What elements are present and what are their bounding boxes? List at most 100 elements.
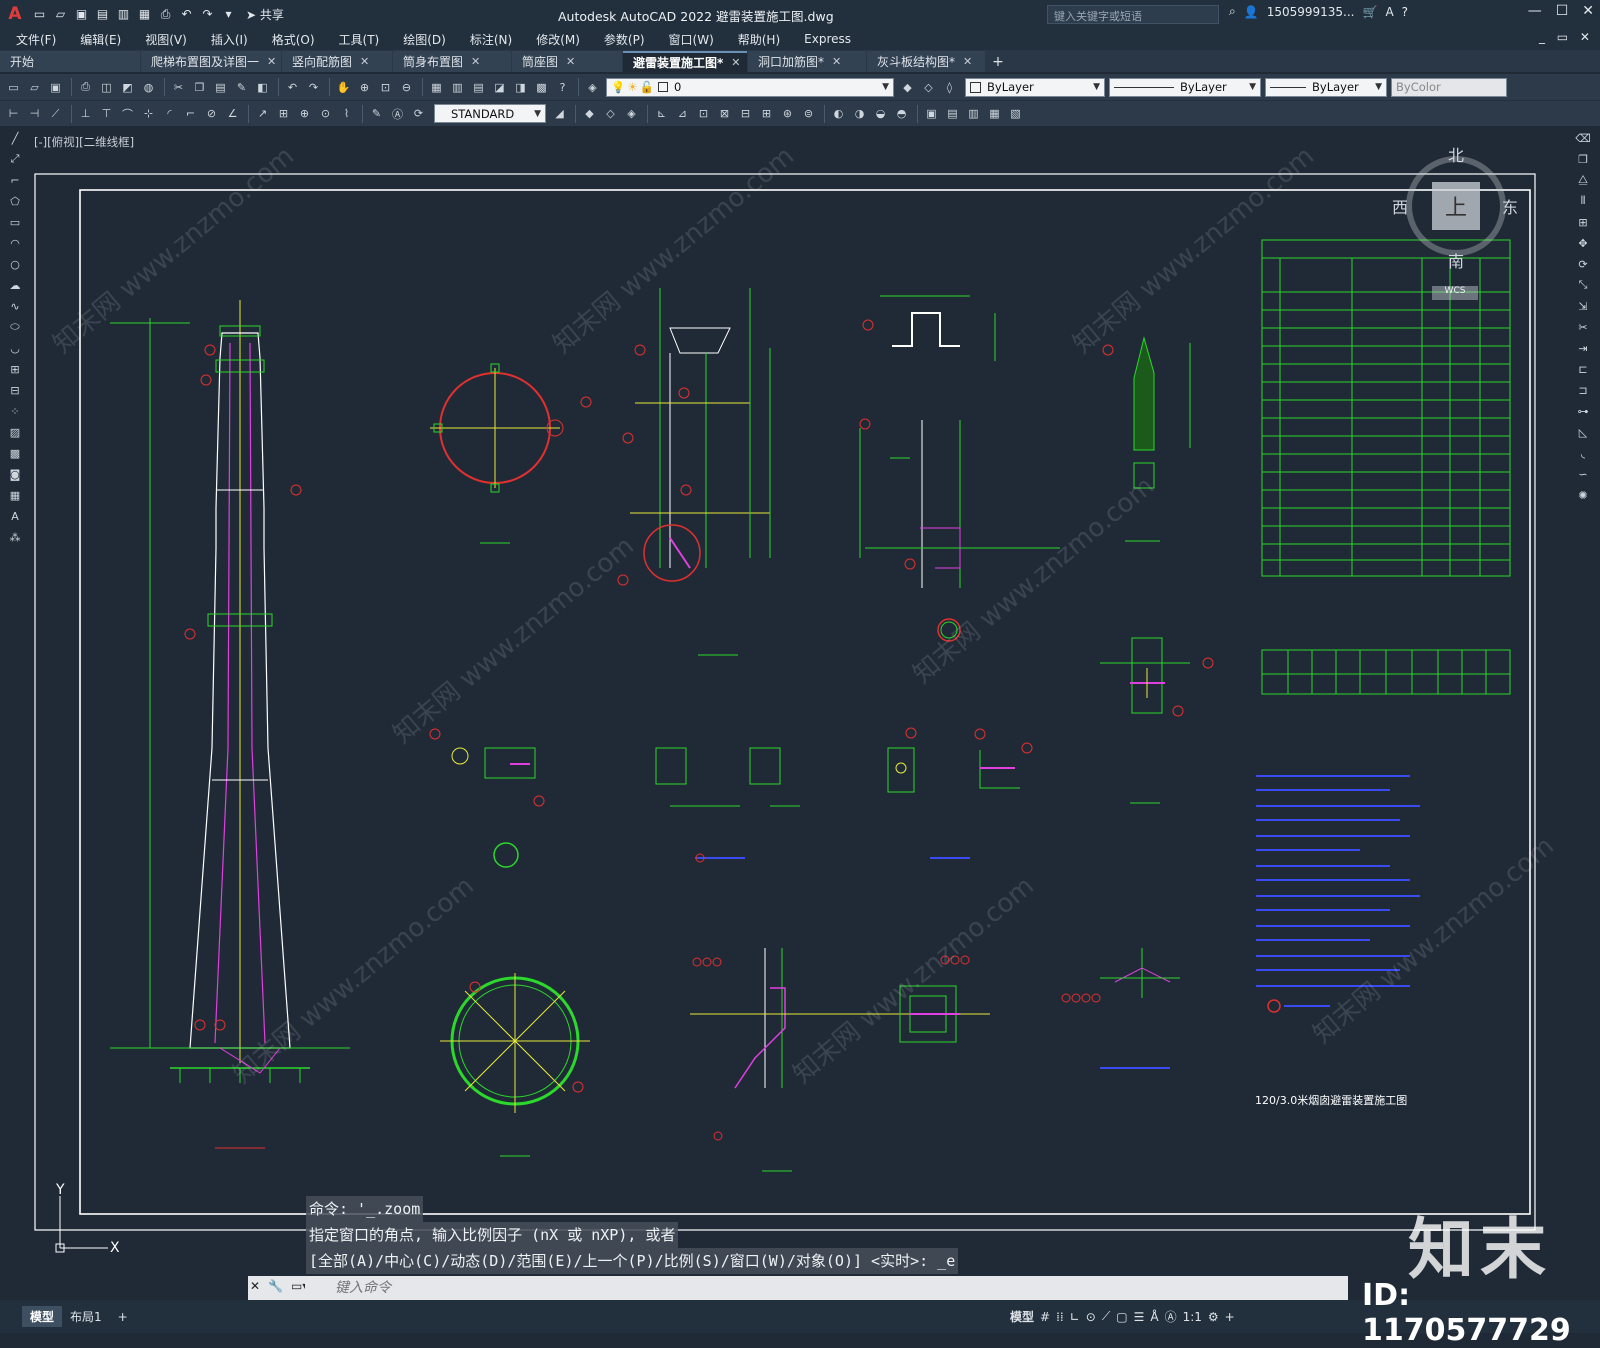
attach-icon[interactable]: ▤ <box>943 105 962 123</box>
plus-icon[interactable]: + <box>1225 1310 1235 1324</box>
gradient-icon[interactable]: ▩ <box>6 445 24 461</box>
mtext-icon[interactable]: A <box>6 508 24 524</box>
undo-icon[interactable]: ↶ <box>177 5 196 23</box>
menu-draw[interactable]: 绘图(D) <box>403 31 446 48</box>
viewport-label[interactable]: [-][俯视][二维线框] <box>34 134 134 150</box>
close-icon[interactable]: ✕ <box>731 56 740 69</box>
menu-file[interactable]: 文件(F) <box>16 31 56 48</box>
fillet-icon[interactable]: ◟ <box>1574 445 1592 461</box>
menu-parametric[interactable]: 参数(P) <box>604 31 645 48</box>
zoom-window-icon[interactable]: ⊡ <box>376 78 395 96</box>
field-icon[interactable]: ▧ <box>1006 105 1025 123</box>
table-icon[interactable]: ▦ <box>6 487 24 503</box>
quickcalc-icon[interactable]: ▩ <box>532 78 551 96</box>
menu-express[interactable]: Express <box>804 32 851 46</box>
model-space-canvas[interactable]: Y X 120/3.0米烟囱避雷装置施工图 <box>30 128 1562 1276</box>
tab-hopper[interactable]: 灰斗板结构图* ✕ <box>867 51 985 72</box>
trim-icon[interactable]: ✂ <box>1574 319 1592 335</box>
viewcube-icon-4[interactable]: ◓ <box>892 105 911 123</box>
stretch-icon[interactable]: ⇲ <box>1574 298 1592 314</box>
add-selected-icon[interactable]: ⁂ <box>6 529 24 545</box>
menu-format[interactable]: 格式(O) <box>272 31 315 48</box>
color-dropdown[interactable]: ByLayer ▼ <box>965 77 1105 97</box>
model-space-toggle[interactable]: 模型 <box>1010 1308 1034 1325</box>
menu-view[interactable]: 视图(V) <box>145 31 187 48</box>
design-center-icon[interactable]: ▥ <box>448 78 467 96</box>
blend-icon[interactable]: ∽ <box>1574 466 1592 482</box>
copy-icon[interactable]: ❐ <box>1574 151 1592 167</box>
grid-icon[interactable]: # <box>1040 1310 1050 1324</box>
tab-base[interactable]: 筒座图 ✕ <box>512 51 622 72</box>
center-mark-icon[interactable]: ⊕ <box>295 105 314 123</box>
minimize-button[interactable]: — <box>1528 3 1542 19</box>
tab-vertical-rebar[interactable]: 竖向配筋图 ✕ <box>282 51 392 72</box>
autoscale-icon[interactable]: Ⓐ <box>1165 1308 1177 1325</box>
help-icon[interactable]: ? <box>553 78 572 96</box>
layer-previous-icon[interactable]: ◇ <box>919 78 938 96</box>
modify-icon-1[interactable]: ◆ <box>580 105 599 123</box>
move-icon[interactable]: ✥ <box>1574 235 1592 251</box>
lineweight-dropdown[interactable]: ByLayer ▼ <box>1265 77 1387 97</box>
preview-icon[interactable]: ◫ <box>97 78 116 96</box>
close-icon[interactable]: ✕ <box>471 55 480 68</box>
ucs-world-icon[interactable]: ⊿ <box>673 105 692 123</box>
user-icon[interactable]: 👤 <box>1244 5 1259 19</box>
wrench-icon[interactable]: 🔧 <box>268 1279 283 1293</box>
modify-icon-3[interactable]: ◈ <box>622 105 641 123</box>
angular-icon[interactable]: ∠ <box>223 105 242 123</box>
open-icon[interactable]: ▱ <box>51 5 70 23</box>
linear-dim-icon[interactable]: ⊣ <box>25 105 44 123</box>
annotation-scale[interactable]: 1:1 <box>1183 1310 1202 1324</box>
ucs-origin-icon[interactable]: ⊡ <box>694 105 713 123</box>
tolerance-icon[interactable]: ⊞ <box>274 105 293 123</box>
ucs-icon[interactable]: ⊾ <box>652 105 671 123</box>
tab-shaft-layout[interactable]: 筒身布置图 ✕ <box>393 51 511 72</box>
tab-layout1[interactable]: 布局1 <box>62 1306 110 1327</box>
plot-icon[interactable]: ⎙ <box>156 5 175 23</box>
ellipse-icon[interactable]: ⬭ <box>6 319 24 335</box>
diameter-icon[interactable]: ⊘ <box>202 105 221 123</box>
lineweight-icon[interactable]: ☰ <box>1134 1310 1145 1324</box>
undo-icon[interactable]: ↶ <box>283 78 302 96</box>
dim-text-edit-icon[interactable]: Ⓐ <box>388 105 407 123</box>
maximize-button[interactable]: ☐ <box>1556 3 1569 19</box>
jogged-linear-icon[interactable]: ⌇ <box>337 105 356 123</box>
plotstyle-dropdown[interactable]: ByColor <box>1391 77 1507 97</box>
zoom-realtime-icon[interactable]: ⊕ <box>355 78 374 96</box>
autocad-logo-icon[interactable]: A <box>0 0 30 28</box>
ucs-3point-icon[interactable]: ⊟ <box>736 105 755 123</box>
layer-properties-icon[interactable]: ◈ <box>583 78 602 96</box>
close-icon[interactable]: ✕ <box>963 55 972 68</box>
menu-help[interactable]: 帮助(H) <box>738 31 780 48</box>
compass-east[interactable]: 东 <box>1502 194 1518 218</box>
tab-start[interactable]: 开始 <box>0 51 140 72</box>
redo-icon[interactable]: ↷ <box>198 5 217 23</box>
modify-icon-2[interactable]: ◇ <box>601 105 620 123</box>
viewcube-top-face[interactable]: 上 <box>1432 182 1480 230</box>
wcs-menu[interactable]: WCS <box>1432 286 1478 300</box>
polygon-icon[interactable]: ⬠ <box>6 193 24 209</box>
line-icon[interactable]: ╱ <box>6 130 24 146</box>
block-editor-icon[interactable]: ◧ <box>253 78 272 96</box>
join-icon[interactable]: ⊶ <box>1574 403 1592 419</box>
save-web-icon[interactable]: ▦ <box>135 5 154 23</box>
close-icon[interactable]: ✕ <box>360 55 369 68</box>
copy-icon[interactable]: ❐ <box>190 78 209 96</box>
close-icon[interactable]: ✕ <box>832 55 841 68</box>
autodesk-account-icon[interactable]: A <box>1385 5 1393 19</box>
ucs-object-icon[interactable]: ⊛ <box>778 105 797 123</box>
compass-west[interactable]: 西 <box>1392 194 1408 218</box>
arc-icon[interactable]: ◠ <box>6 235 24 251</box>
dim-edit-icon[interactable]: ✎ <box>367 105 386 123</box>
pan-icon[interactable]: ✋ <box>334 78 353 96</box>
menu-tools[interactable]: 工具(T) <box>339 31 380 48</box>
paste-icon[interactable]: ▤ <box>211 78 230 96</box>
share-button[interactable]: ➤ 共享 <box>246 6 284 23</box>
array-icon[interactable]: ⊞ <box>1574 214 1592 230</box>
tab-lightning[interactable]: 避雷装置施工图* ✕ <box>623 51 747 72</box>
tab-ladder[interactable]: 爬梯布置图及详图一 ✕ <box>141 51 281 72</box>
mirror-icon[interactable]: ⧋ <box>1574 172 1592 188</box>
polar-icon[interactable]: ⊙ <box>1086 1310 1096 1324</box>
insert-block-icon[interactable]: ▣ <box>922 105 941 123</box>
redo-icon[interactable]: ↷ <box>304 78 323 96</box>
